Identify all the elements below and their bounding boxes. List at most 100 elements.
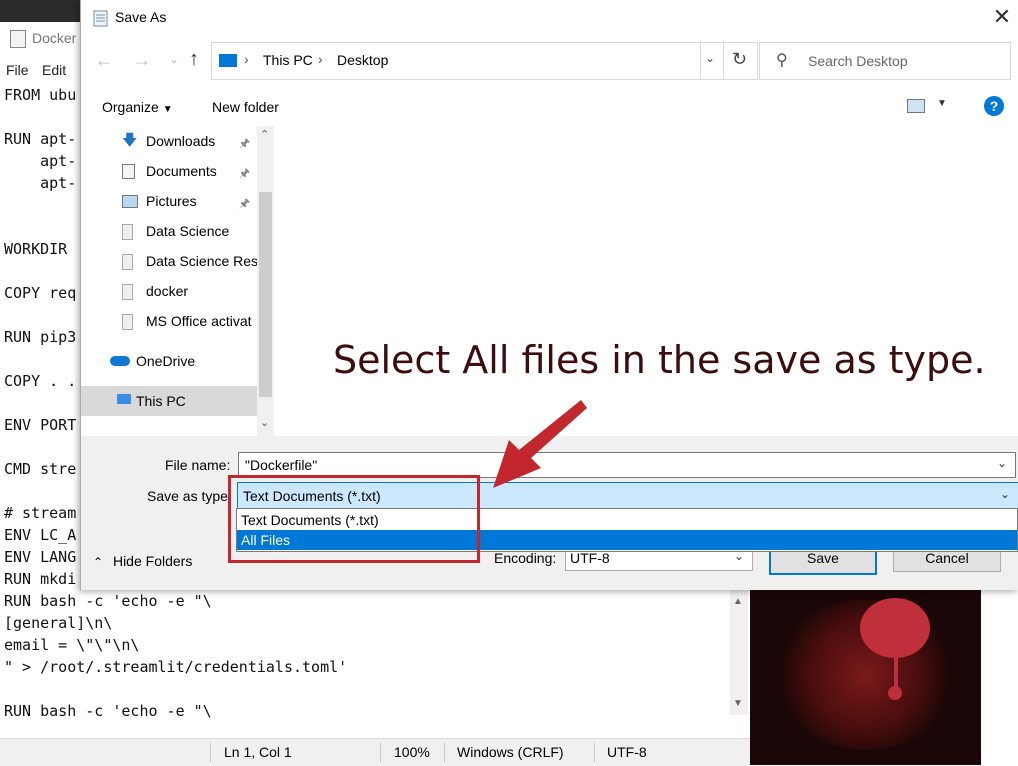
code-line: RUN mkdi — [4, 570, 77, 588]
code-line: CMD stre — [4, 460, 77, 478]
this-pc-icon — [219, 54, 237, 67]
annotation-highlight-box — [228, 475, 480, 563]
tree-item-onedrive[interactable]: OneDrive — [81, 346, 257, 376]
organize-label: Organize — [102, 99, 159, 115]
chevron-up-icon: ⌃ — [93, 555, 104, 569]
breadcrumb-this-pc[interactable]: This PC — [263, 52, 313, 68]
status-encoding: UTF-8 — [607, 744, 647, 760]
dialog-title: Save As — [115, 9, 167, 25]
tree-item-label: Pictures — [146, 193, 197, 209]
save-as-dialog: Save As ✕ ← → ⌄ ↑ › This PC › Desktop ⌄ … — [80, 0, 1018, 590]
pictures-icon — [122, 195, 138, 208]
tree-item-documents[interactable]: Documents 🖈 — [81, 156, 257, 186]
dialog-toolbar: Organize ▼ New folder ▼ ? — [81, 88, 1018, 126]
scroll-up-icon[interactable]: ⌃ — [260, 128, 269, 141]
pin-icon[interactable]: 🖈 — [239, 194, 250, 215]
organize-button[interactable]: Organize ▼ — [102, 99, 173, 115]
tree-item-label: Downloads — [146, 133, 216, 149]
scroll-up-icon[interactable]: ▲ — [733, 596, 743, 607]
navigation-pane: 🡇 Downloads 🖈 Documents 🖈 Pictures 🖈 Dat… — [81, 126, 273, 436]
code-line: FROM ubu — [4, 86, 77, 104]
document-icon — [122, 164, 135, 179]
encoding-label: Encoding: — [494, 550, 557, 566]
tree-item-data-science-res[interactable]: Data Science Res — [81, 246, 259, 276]
tree-item-label: Data Science Res — [146, 253, 259, 269]
code-line: ENV LC_A — [4, 526, 77, 544]
code-line: " > /root/.streamlit/credentials.toml' — [4, 658, 348, 676]
code-line: RUN bash -c 'echo -e "\ — [4, 702, 212, 720]
refresh-icon: ↻ — [732, 49, 748, 69]
tree-item-ms-office[interactable]: MS Office activat — [81, 306, 257, 336]
up-arrow-icon[interactable]: ↑ — [189, 48, 199, 71]
code-line: RUN bash -c 'echo -e "\ — [4, 592, 212, 610]
tree-item-this-pc[interactable]: This PC — [81, 386, 257, 416]
tree-item-docker[interactable]: docker — [81, 276, 257, 306]
tree-item-label: Documents — [146, 163, 217, 179]
code-line: apt- — [4, 152, 77, 170]
file-name-value: "Dockerfile" — [245, 457, 318, 473]
code-line: WORKDIR — [4, 240, 77, 258]
notepad-title: Docker — [32, 30, 77, 46]
notepad-menu-edit[interactable]: Edit — [42, 62, 66, 78]
encoding-value: UTF-8 — [570, 550, 610, 566]
view-options-icon[interactable] — [907, 99, 925, 113]
tree-item-label: docker — [146, 283, 189, 299]
forward-arrow-icon[interactable]: → — [133, 50, 151, 71]
tree-item-downloads[interactable]: 🡇 Downloads 🖈 — [81, 126, 257, 156]
refresh-button[interactable]: ↻ — [723, 42, 758, 80]
file-name-label: File name: — [165, 457, 231, 473]
recent-locations-icon[interactable]: ⌄ — [169, 52, 179, 66]
status-position: Ln 1, Col 1 — [224, 744, 292, 760]
search-box[interactable]: ⚲ Search Desktop — [759, 42, 1011, 80]
address-bar[interactable]: › This PC › Desktop — [211, 42, 701, 80]
address-dropdown-button[interactable]: ⌄ — [699, 42, 724, 80]
navigation-scroll-thumb[interactable] — [259, 192, 272, 397]
file-icon — [122, 314, 133, 330]
status-line-ending: Windows (CRLF) — [457, 744, 564, 760]
caret-down-icon: ▼ — [162, 104, 173, 115]
tree-item-label: This PC — [136, 393, 186, 409]
scroll-down-icon[interactable]: ▼ — [733, 698, 743, 709]
hide-folders-button[interactable]: ⌃ Hide Folders — [93, 553, 192, 569]
search-placeholder: Search Desktop — [808, 53, 908, 69]
breadcrumb-desktop[interactable]: Desktop — [337, 52, 388, 68]
help-icon[interactable]: ? — [984, 96, 1004, 116]
file-icon — [122, 224, 133, 240]
computer-icon — [117, 394, 131, 404]
search-icon: ⚲ — [776, 52, 788, 69]
pin-icon[interactable]: 🖈 — [239, 134, 250, 155]
scroll-down-icon[interactable]: ⌄ — [260, 416, 269, 429]
back-arrow-icon[interactable]: ← — [95, 50, 113, 71]
status-zoom: 100% — [394, 744, 430, 760]
code-line: RUN pip3 — [4, 328, 77, 346]
code-line: [general]\n\ — [4, 614, 113, 632]
caret-down-icon[interactable]: ▼ — [937, 98, 947, 109]
code-line: RUN apt- — [4, 130, 77, 148]
tree-item-data-science[interactable]: Data Science — [81, 216, 257, 246]
taskbar-strip — [0, 0, 80, 22]
hide-folders-label: Hide Folders — [112, 553, 193, 569]
close-icon[interactable]: ✕ — [987, 4, 1017, 32]
tree-item-pictures[interactable]: Pictures 🖈 — [81, 186, 257, 216]
code-line: ENV PORT — [4, 416, 77, 434]
annotation-text: Select All files in the save as type. — [333, 338, 986, 382]
breadcrumb-chevron-icon: › — [318, 51, 323, 67]
breadcrumb-chevron-icon: › — [244, 51, 249, 67]
code-line: email = \"\"\n\ — [4, 636, 140, 654]
chevron-down-icon[interactable]: ⌄ — [997, 456, 1007, 470]
tree-item-label: MS Office activat — [146, 313, 252, 329]
pin-icon[interactable]: 🖈 — [239, 164, 250, 185]
new-folder-button[interactable]: New folder — [212, 99, 279, 115]
code-line: # stream — [4, 504, 77, 522]
notepad-menu-file[interactable]: File — [6, 62, 29, 78]
file-icon — [122, 284, 133, 300]
chevron-down-icon: ⌄ — [705, 51, 716, 65]
desktop-wallpaper — [750, 590, 981, 765]
tree-item-label: OneDrive — [136, 353, 196, 369]
tree-item-label: Data Science — [146, 223, 230, 239]
code-line: ENV LANG — [4, 548, 77, 566]
annotation-arrow-icon — [493, 400, 587, 488]
save-as-type-label: Save as type: — [147, 488, 232, 504]
notepad-status-bar: Ln 1, Col 1 100% Windows (CRLF) UTF-8 — [0, 738, 750, 766]
notepad-vertical-scrollbar[interactable]: ▲ ▼ — [730, 590, 748, 715]
